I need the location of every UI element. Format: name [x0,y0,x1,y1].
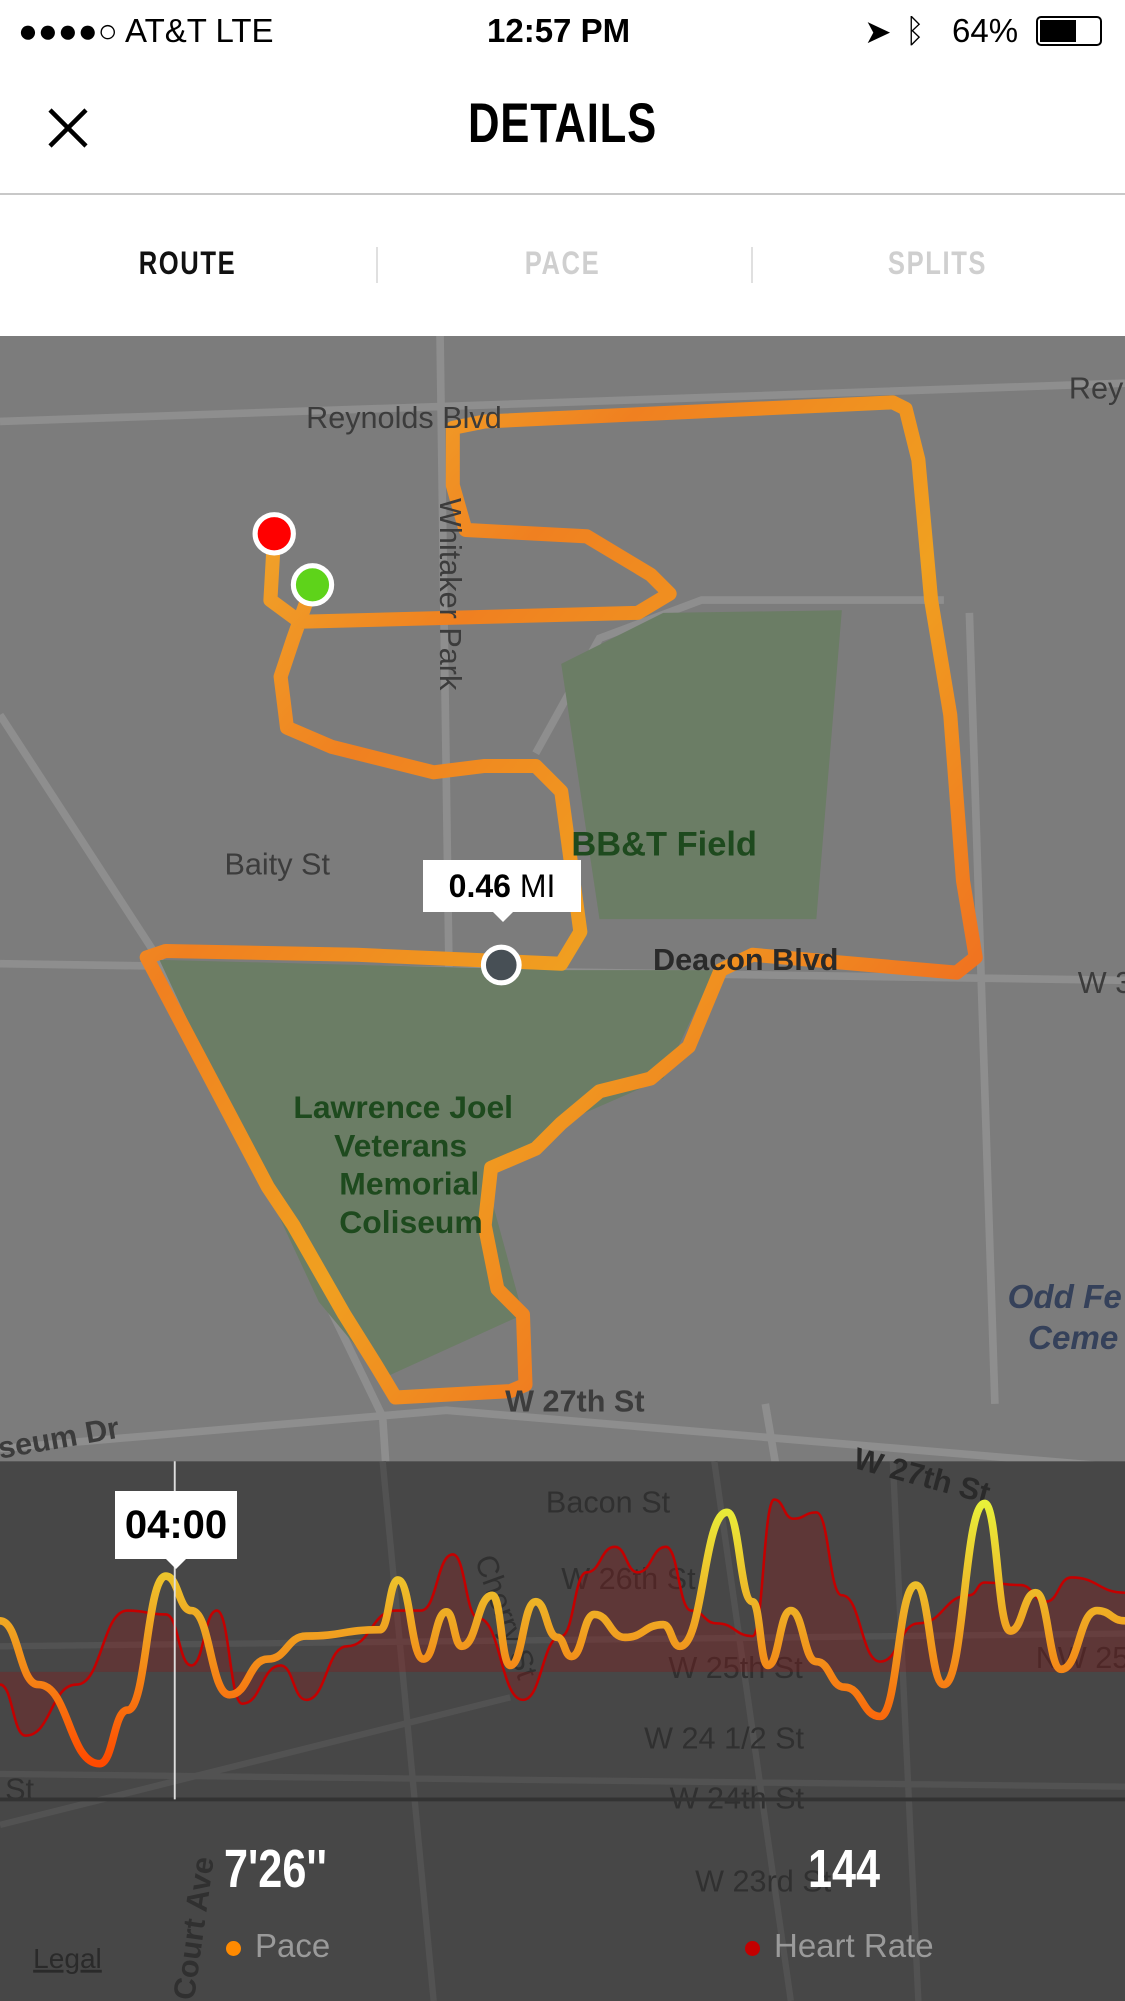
svg-text:Deacon Blvd: Deacon Blvd [653,943,838,977]
distance-value: 0.46 [448,868,511,904]
location-arrow-icon: ➤ [864,13,892,50]
svg-text:W 27th St: W 27th St [505,1385,644,1419]
svg-text:Coliseum: Coliseum [339,1204,482,1240]
svg-text:Rey: Rey [1069,372,1124,406]
pace-dot-icon [226,1940,241,1956]
svg-text:Reynolds Blvd: Reynolds Blvd [306,401,502,435]
svg-text:Ceme: Ceme [1028,1320,1118,1357]
route-map[interactable]: Reynolds Blvd Rey Whitaker Park BB&T Fie… [0,336,1125,2001]
pace-legend: Pace [226,1927,330,1965]
clock: 12:57 PM [487,12,631,49]
distance-marker: 0.46 MI [423,860,581,912]
close-icon[interactable] [44,102,92,150]
pace-value: 7'26'' [224,1839,327,1899]
heart-rate-value: 144 [808,1839,881,1899]
bluetooth-icon: ᛒ [905,12,925,49]
heart-rate-label: Heart Rate [774,1927,934,1964]
svg-text:W 24 1/2 St: W 24 1/2 St [644,1721,804,1755]
pace-label: Pace [255,1927,331,1964]
tab-divider [751,247,753,283]
park [561,610,842,920]
svg-text:Odd Fe: Odd Fe [1008,1279,1122,1316]
svg-text:Bacon St: Bacon St [546,1485,671,1519]
distance-unit: MI [519,868,556,904]
page-title: DETAILS [467,91,658,154]
svg-text:Whitaker Park: Whitaker Park [433,498,467,691]
svg-text:W 3: W 3 [1078,966,1125,1000]
tab-divider [376,247,378,283]
tab-splits[interactable]: SPLITS [788,245,1088,282]
status-bar: ●●●●○ AT&T LTE 12:57 PM ➤ ᛒ 64% [0,0,1125,60]
battery-icon [1036,16,1102,46]
start-marker [252,512,296,556]
tab-route[interactable]: ROUTE [38,245,338,282]
distance-marker-pointer [493,912,513,932]
svg-text:BB&T Field: BB&T Field [571,825,757,863]
position-marker[interactable] [480,944,522,986]
time-tooltip-pointer [166,1559,186,1579]
tab-bar: ROUTE PACE SPLITS [0,195,1125,336]
heart-rate-legend: Heart Rate [745,1927,934,1965]
tab-pace[interactable]: PACE [413,245,713,282]
svg-text:Veterans: Veterans [334,1127,467,1163]
carrier: ●●●●○ AT&T LTE [18,12,274,49]
legal-link[interactable]: Legal [33,1943,102,1974]
svg-text:Lawrence Joel: Lawrence Joel [293,1089,513,1125]
svg-text:Memorial: Memorial [339,1166,479,1202]
battery-percent: 64% [952,12,1019,49]
heart-rate-dot-icon [745,1940,760,1956]
svg-text:Baity St: Baity St [224,847,330,881]
header: DETAILS [0,60,1125,195]
end-marker [290,563,335,607]
time-tooltip: 04:00 [115,1491,237,1559]
